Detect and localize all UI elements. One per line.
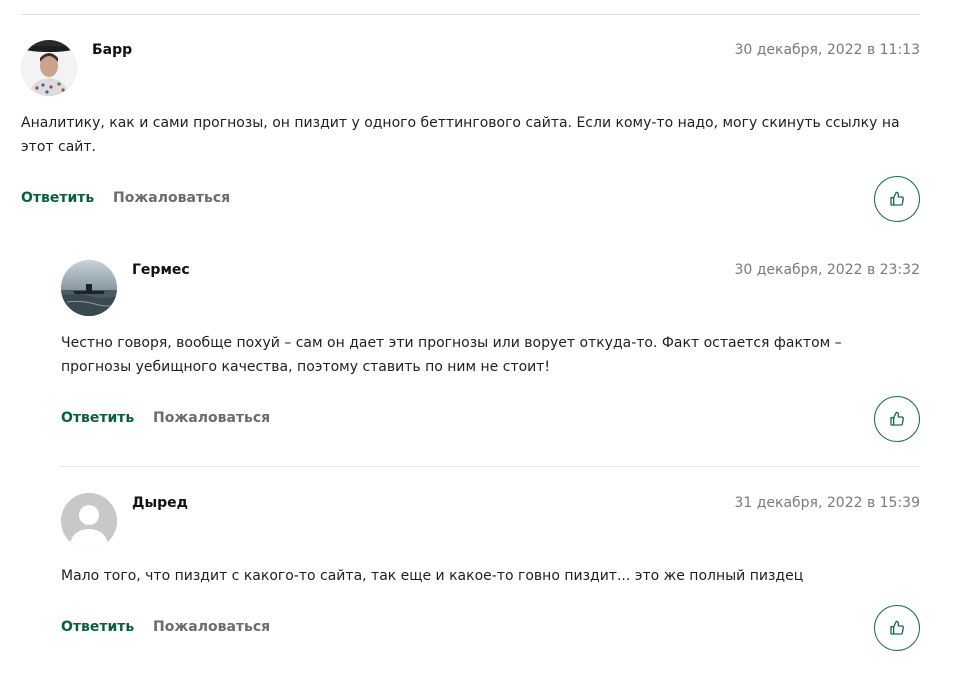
like-button[interactable] <box>874 176 920 222</box>
comment-author: Гермес <box>132 262 190 278</box>
comment-date: 30 декабря, 2022 в 23:32 <box>734 262 920 278</box>
reply-button[interactable]: Ответить <box>61 619 134 635</box>
avatar <box>61 260 117 316</box>
reply-button[interactable]: Ответить <box>21 190 94 206</box>
comment-reply: Гермес 30 декабря, 2022 в 23:32 Честно г… <box>61 260 920 445</box>
thumbs-up-icon <box>890 411 904 426</box>
report-button[interactable]: Пожаловаться <box>153 410 270 426</box>
comment-reply: Дыред 31 декабря, 2022 в 15:39 Мало того… <box>61 493 920 678</box>
comment-text: Мало того, что пиздит с какого-то сайта,… <box>61 568 804 584</box>
avatar <box>21 40 77 96</box>
comment: Барр 30 декабря, 2022 в 11:13 Аналитику,… <box>21 40 920 225</box>
reply-button[interactable]: Ответить <box>61 410 134 426</box>
comment-author: Дыред <box>132 495 188 511</box>
avatar <box>61 493 117 549</box>
comment-text: Честно говоря, вообще похуй – сам он дае… <box>61 335 842 375</box>
comment-actions: Ответить Пожаловаться <box>61 619 461 639</box>
comment-header: Барр 30 декабря, 2022 в 11:13 <box>21 40 920 100</box>
comment-actions: Ответить Пожаловаться <box>61 410 461 430</box>
comment-author: Барр <box>92 42 133 58</box>
comment-date: 30 декабря, 2022 в 11:13 <box>734 42 920 58</box>
report-button[interactable]: Пожаловаться <box>153 619 270 635</box>
report-button[interactable]: Пожаловаться <box>113 190 230 206</box>
thumbs-up-icon <box>890 191 904 206</box>
comment-header: Дыред 31 декабря, 2022 в 15:39 <box>61 493 920 553</box>
comment-actions: Ответить Пожаловаться <box>21 190 421 210</box>
comment-header: Гермес 30 декабря, 2022 в 23:32 <box>61 260 920 320</box>
thumbs-up-icon <box>890 620 904 635</box>
like-button[interactable] <box>874 396 920 442</box>
comment-date: 31 декабря, 2022 в 15:39 <box>734 495 920 511</box>
comment-divider <box>61 466 920 467</box>
comment-text: Аналитику, как и сами прогнозы, он пизди… <box>21 115 900 155</box>
like-button[interactable] <box>874 605 920 651</box>
top-divider <box>21 14 920 15</box>
